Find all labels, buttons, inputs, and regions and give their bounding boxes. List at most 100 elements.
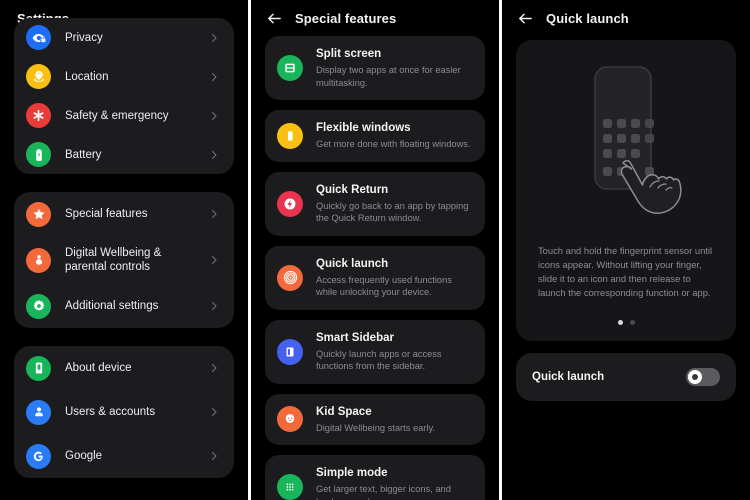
quick-launch-description: Touch and hold the fingerprint sensor un…: [538, 245, 713, 298]
feature-title: Simple mode: [316, 467, 388, 479]
feature-description: Quickly launch apps or access functions …: [316, 348, 442, 372]
sidebar-item-label: Safety & emergency: [65, 109, 169, 122]
feature-text: Simple mode Get larger text, bigger icon…: [316, 466, 471, 500]
page-indicator[interactable]: [516, 320, 736, 325]
quick-launch-toggle-switch[interactable]: [686, 368, 720, 386]
chevron-right-icon: [208, 254, 220, 266]
chevron-right-icon: [208, 149, 220, 161]
feature-title: Flexible windows: [316, 122, 411, 134]
page-title: Special features: [295, 10, 397, 26]
sidebar-item-google[interactable]: Google: [14, 434, 234, 478]
sidebar-item-users-accounts[interactable]: Users & accounts: [14, 390, 234, 434]
feature-text: Quick launch Access frequently used func…: [316, 257, 471, 299]
quick-launch-info-card: Touch and hold the fingerprint sensor un…: [516, 40, 736, 341]
sidebar-item-additional-settings[interactable]: Additional settings: [14, 284, 234, 328]
three-phone-screenshots: Settings Privacy: [0, 0, 750, 500]
quick-launch-toggle-row[interactable]: Quick launch: [516, 353, 736, 401]
sidebar-item-label: Digital Wellbeing & parental controls: [65, 247, 162, 273]
special-features-header: Special features: [251, 0, 499, 36]
feature-description: Get larger text, bigger icons, and loude…: [316, 484, 451, 500]
settings-group-1: Privacy Location Safety & emergency Batt…: [14, 18, 234, 174]
chevron-right-icon: [208, 406, 220, 418]
sidebar-item-location[interactable]: Location: [14, 57, 234, 96]
feature-title: Split screen: [316, 48, 382, 60]
feature-title: Quick Return: [316, 183, 389, 196]
kid-space-icon: [277, 406, 303, 433]
sidebar-item-about-device[interactable]: About device: [14, 346, 234, 390]
star-icon: [26, 201, 51, 227]
feature-description: Quickly go back to an app by tapping the…: [316, 200, 469, 224]
feature-description: Access frequently used functions while u…: [316, 274, 452, 298]
user-icon: [26, 399, 51, 425]
flexible-windows-icon: [277, 122, 303, 149]
panel-settings: Settings Privacy: [0, 0, 248, 500]
phone-icon: [26, 355, 51, 381]
feature-item-quick-return[interactable]: Quick Return Quickly go back to an app b…: [265, 171, 485, 236]
fingerprint-quick-launch-illustration: [516, 54, 736, 240]
sidebar-item-label: Battery: [65, 148, 102, 161]
feature-item-flexible-windows[interactable]: Flexible windows Get more done with floa…: [265, 110, 485, 162]
sidebar-item-label: Location: [65, 70, 109, 83]
chevron-right-icon: [208, 32, 220, 44]
page-title: Quick launch: [546, 10, 629, 26]
sidebar-item-label: Special features: [65, 208, 148, 220]
sidebar-item-digital-wellbeing[interactable]: Digital Wellbeing & parental controls: [14, 236, 234, 284]
split-screen-icon: [277, 55, 303, 81]
battery-icon: [26, 142, 51, 167]
feature-title: Kid Space: [316, 405, 372, 418]
special-features-scroll-area[interactable]: Split screen Display two apps at once fo…: [251, 36, 499, 500]
feature-title: Smart Sidebar: [316, 331, 394, 344]
sidebar-item-label: Additional settings: [65, 300, 159, 312]
sidebar-icon: [277, 338, 303, 365]
settings-group-3: About device Users & accounts Google: [14, 346, 234, 478]
chevron-right-icon: [208, 300, 220, 312]
panel-quick-launch: Quick launch Touch and hold the fingerpr…: [502, 0, 750, 500]
feature-item-kid-space[interactable]: Kid Space Digital Wellbeing starts early…: [265, 393, 485, 445]
sidebar-item-label: Google: [65, 450, 103, 462]
feature-text: Split screen Display two apps at once fo…: [316, 47, 471, 89]
gear-icon: [26, 293, 51, 319]
chevron-right-icon: [208, 110, 220, 122]
feature-description: Digital Wellbeing starts early.: [316, 422, 436, 433]
feature-item-split-screen[interactable]: Split screen Display two apps at once fo…: [265, 36, 485, 100]
location-icon: [26, 64, 51, 89]
settings-scroll-area[interactable]: Privacy Location Safety & emergency Batt…: [0, 18, 248, 482]
sidebar-item-safety-emergency[interactable]: Safety & emergency: [14, 96, 234, 135]
quick-launch-toggle-label: Quick launch: [532, 371, 605, 383]
sidebar-item-label: About device: [65, 362, 132, 374]
chevron-right-icon: [208, 71, 220, 83]
feature-text: Quick Return Quickly go back to an app b…: [316, 183, 471, 225]
feature-item-simple-mode[interactable]: Simple mode Get larger text, bigger icon…: [265, 455, 485, 500]
feature-text: Kid Space Digital Wellbeing starts early…: [316, 405, 471, 435]
sidebar-item-label: Privacy: [65, 31, 103, 44]
safety-emergency-icon: [26, 103, 51, 128]
sidebar-item-label: Users & accounts: [65, 406, 156, 418]
back-arrow-icon[interactable]: [516, 9, 534, 27]
quick-launch-header: Quick launch: [502, 0, 750, 36]
feature-item-quick-launch[interactable]: Quick launch Access frequently used func…: [265, 245, 485, 310]
feature-title: Quick launch: [316, 257, 389, 270]
quick-return-icon: [277, 190, 303, 217]
feature-text: Smart Sidebar Quickly launch apps or acc…: [316, 331, 471, 373]
feature-description: Display two apps at once for easier mult…: [316, 65, 461, 88]
chevron-right-icon: [208, 450, 220, 462]
feature-description: Get more done with floating windows.: [316, 139, 471, 149]
chevron-right-icon: [208, 208, 220, 220]
toggle-knob: [688, 370, 702, 384]
feature-item-smart-sidebar[interactable]: Smart Sidebar Quickly launch apps or acc…: [265, 319, 485, 384]
privacy-icon: [26, 25, 51, 50]
panel-special-features: Special features Split screen Display tw…: [251, 0, 499, 500]
chevron-right-icon: [208, 362, 220, 374]
sidebar-item-privacy[interactable]: Privacy: [14, 18, 234, 57]
sidebar-item-special-features[interactable]: Special features: [14, 192, 234, 236]
fingerprint-icon: [277, 264, 303, 291]
digital-wellbeing-icon: [26, 247, 51, 273]
google-icon: [26, 443, 51, 469]
page-dot-2[interactable]: [629, 320, 635, 325]
back-arrow-icon[interactable]: [265, 9, 283, 27]
feature-text: Flexible windows Get more done with floa…: [316, 121, 471, 151]
page-dot-1[interactable]: [617, 320, 623, 325]
settings-group-2: Special features Digital Wellbeing & par…: [14, 192, 234, 328]
simple-mode-icon: [277, 474, 303, 500]
sidebar-item-battery[interactable]: Battery: [14, 135, 234, 174]
